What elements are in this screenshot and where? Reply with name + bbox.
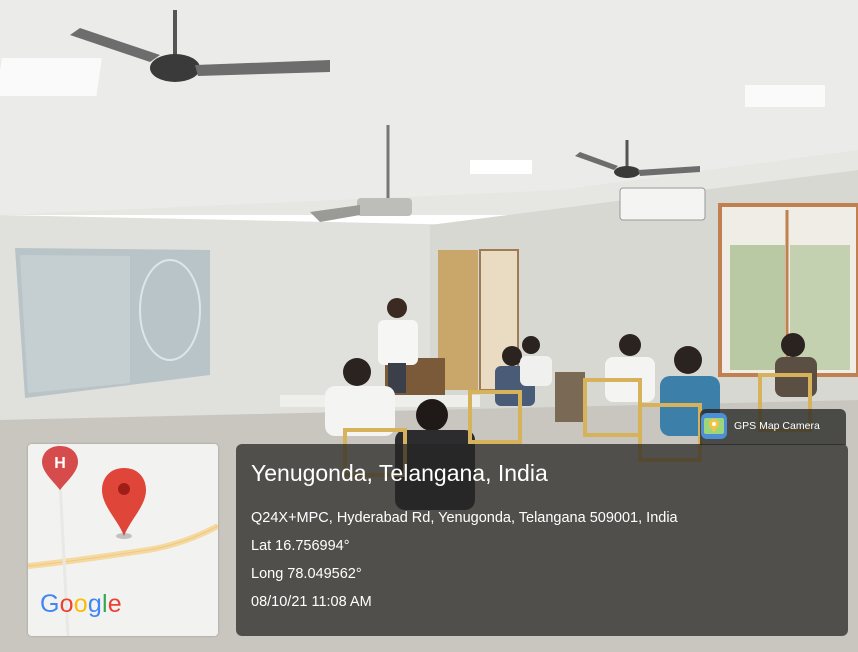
google-logo-letter: g — [87, 590, 102, 618]
location-map: H Google — [28, 444, 218, 636]
longitude: Long 78.049562° — [251, 566, 362, 582]
location-title: Yenugonda, Telangana, India — [251, 460, 548, 486]
svg-text:H: H — [54, 455, 66, 472]
location-info-panel: Yenugonda, Telangana, India Q24X+MPC, Hy… — [236, 444, 848, 636]
gps-map-camera-label: GPS Map Camera — [734, 420, 820, 432]
timestamp: 08/10/21 11:08 AM — [251, 594, 372, 610]
google-logo-letter: e — [107, 590, 122, 618]
google-logo-letter: o — [73, 590, 88, 618]
gps-map-camera-icon — [701, 413, 727, 439]
google-logo-letter: o — [59, 590, 74, 618]
location-address: Q24X+MPC, Hyderabad Rd, Yenugonda, Telan… — [251, 510, 678, 526]
gps-map-camera-badge: GPS Map Camera — [700, 409, 846, 445]
google-logo: Google — [40, 590, 122, 619]
google-logo-letter: G — [40, 590, 60, 618]
latitude: Lat 16.756994° — [251, 538, 350, 554]
